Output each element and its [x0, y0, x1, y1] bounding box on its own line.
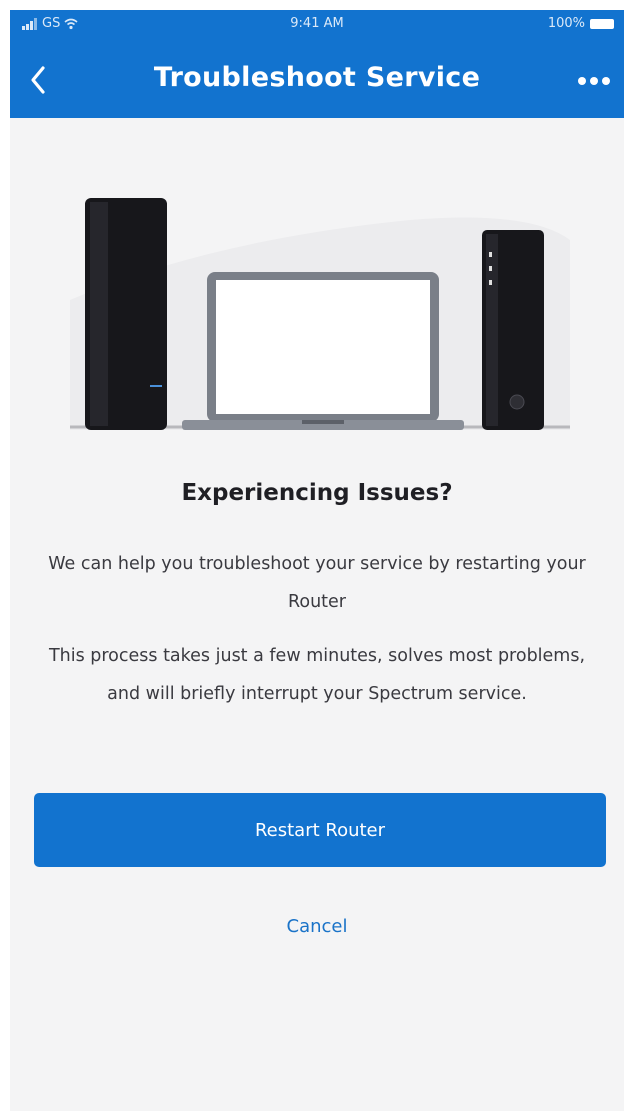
status-time: 9:41 AM [290, 16, 344, 31]
app-header: GS 9:41 AM 100% Troubleshoot Service [10, 10, 624, 118]
battery-icon [590, 18, 614, 29]
page-title: Troubleshoot Service [153, 62, 481, 93]
laptop-icon [182, 272, 464, 430]
back-button[interactable] [18, 60, 58, 100]
more-horizontal-icon [578, 77, 610, 85]
modem-icon [482, 230, 544, 430]
battery-percent: 100% [547, 16, 585, 31]
router-illustration [70, 198, 570, 430]
cancel-link[interactable]: Cancel [10, 916, 624, 937]
section-heading: Experiencing Issues? [181, 480, 453, 506]
warning-paragraph: This process takes just a few minutes, s… [48, 646, 586, 704]
router-icon [85, 198, 167, 430]
status-bar: GS 9:41 AM 100% [10, 10, 624, 38]
description-paragraph: We can help you troubleshoot your servic… [48, 554, 586, 612]
status-right: 100% [548, 16, 614, 31]
app-screen: GS 9:41 AM 100% Troubleshoot Service Exp… [10, 10, 624, 1111]
more-options-button[interactable] [572, 64, 616, 98]
restart-router-button[interactable]: Restart Router [34, 793, 606, 867]
chevron-left-icon [31, 66, 45, 94]
